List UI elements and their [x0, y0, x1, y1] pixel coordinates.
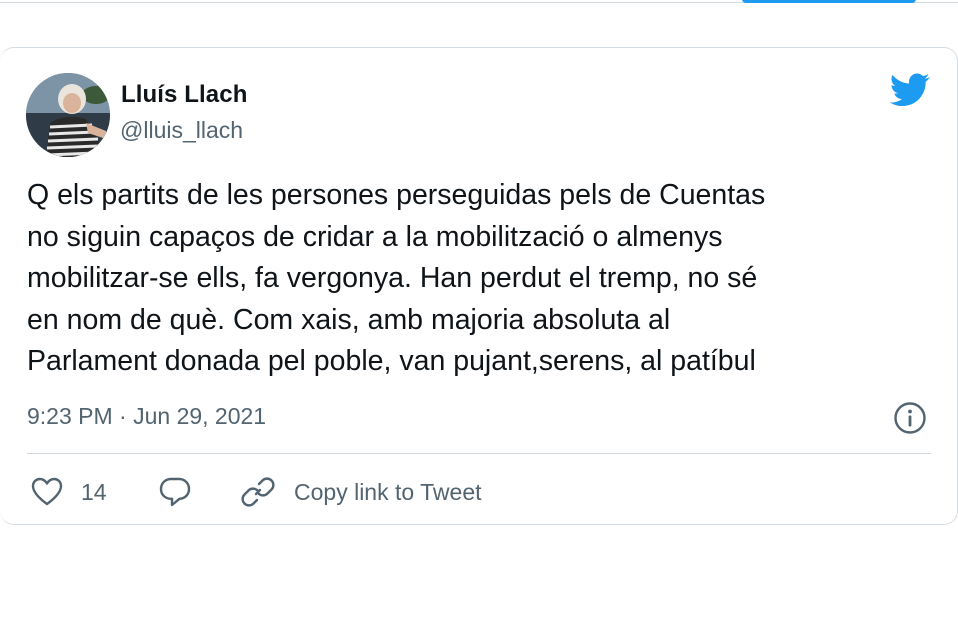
like-button[interactable]: 14 — [30, 470, 107, 514]
twitter-bird-icon[interactable] — [889, 73, 930, 107]
info-icon[interactable] — [893, 401, 927, 435]
reply-bubble-icon — [158, 475, 192, 509]
copy-link-button[interactable]: Copy link to Tweet — [241, 470, 482, 514]
link-icon — [241, 475, 275, 509]
avatar[interactable] — [26, 73, 110, 157]
previous-card-button-edge[interactable] — [742, 0, 916, 3]
copy-link-label: Copy link to Tweet — [294, 478, 482, 505]
author-handle[interactable]: @lluis_llach — [120, 117, 243, 144]
like-count: 14 — [81, 478, 107, 505]
reply-button[interactable] — [158, 470, 192, 514]
author-name[interactable]: Lluís Llach — [121, 81, 247, 109]
action-bar: 14 Copy link to Tweet — [0, 470, 958, 514]
divider — [27, 453, 931, 454]
tweet-text: Q els partits de les persones perseguida… — [27, 179, 766, 377]
heart-icon — [30, 476, 64, 508]
tweet-timestamp[interactable]: 9:23 PM · Jun 29, 2021 — [27, 403, 266, 430]
